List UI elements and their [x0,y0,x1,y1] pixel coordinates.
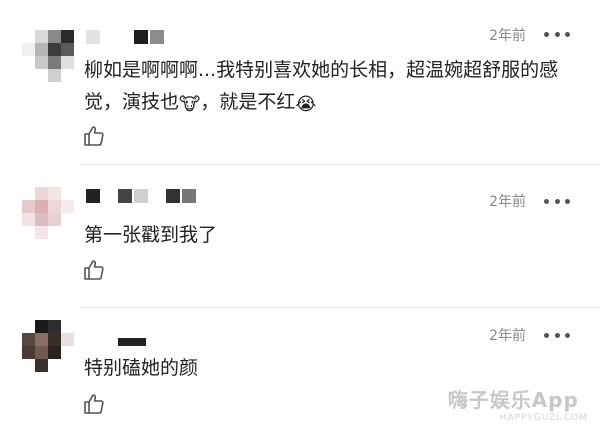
more-dots-icon[interactable] [544,28,570,40]
watermark: 嗨子娱乐App HAPPYGUZI.COM [448,384,588,423]
comment-text-part: ，就是不红 [200,91,296,113]
thumbs-up-icon[interactable] [82,258,106,282]
comment-item: 2年前 柳如是啊啊啊...我特别喜欢她的长相，超温婉超舒服的感觉，演技也🐮，就是… [0,0,600,165]
comment-text: 第一张戳到我了 [84,224,218,246]
cow-emoji: 🐮 [179,94,201,115]
comment-text: 柳如是啊啊啊...我特别喜欢她的长相，超温婉超舒服的感觉，演技也🐮，就是不红😭 [84,54,560,118]
more-dots-icon[interactable] [544,329,570,341]
comment-item: 2年前 第一张戳到我了 [0,165,600,308]
avatar[interactable] [22,30,74,82]
more-dots-icon[interactable] [544,195,570,207]
username-mosaic[interactable] [86,30,164,48]
comment-time: 2年前 [489,28,526,44]
comment-text: 特别磕她的颜 [84,357,199,379]
thumbs-up-icon[interactable] [82,124,106,148]
watermark-sub: HAPPYGUZI.COM [499,413,588,423]
avatar[interactable] [22,320,74,372]
thumbs-up-icon[interactable] [82,392,106,416]
comment-time: 2年前 [489,194,526,210]
crying-emoji: 😭 [295,94,317,115]
comment-time: 2年前 [489,328,526,344]
comment-text-part: 柳如是啊啊啊...我特别喜欢她的长相，超温婉超舒服的感觉，演技也 [84,59,559,113]
username-mosaic[interactable] [86,335,146,353]
avatar[interactable] [22,187,74,239]
username-mosaic[interactable] [86,189,196,207]
watermark-main: 嗨子娱乐App [447,388,579,412]
